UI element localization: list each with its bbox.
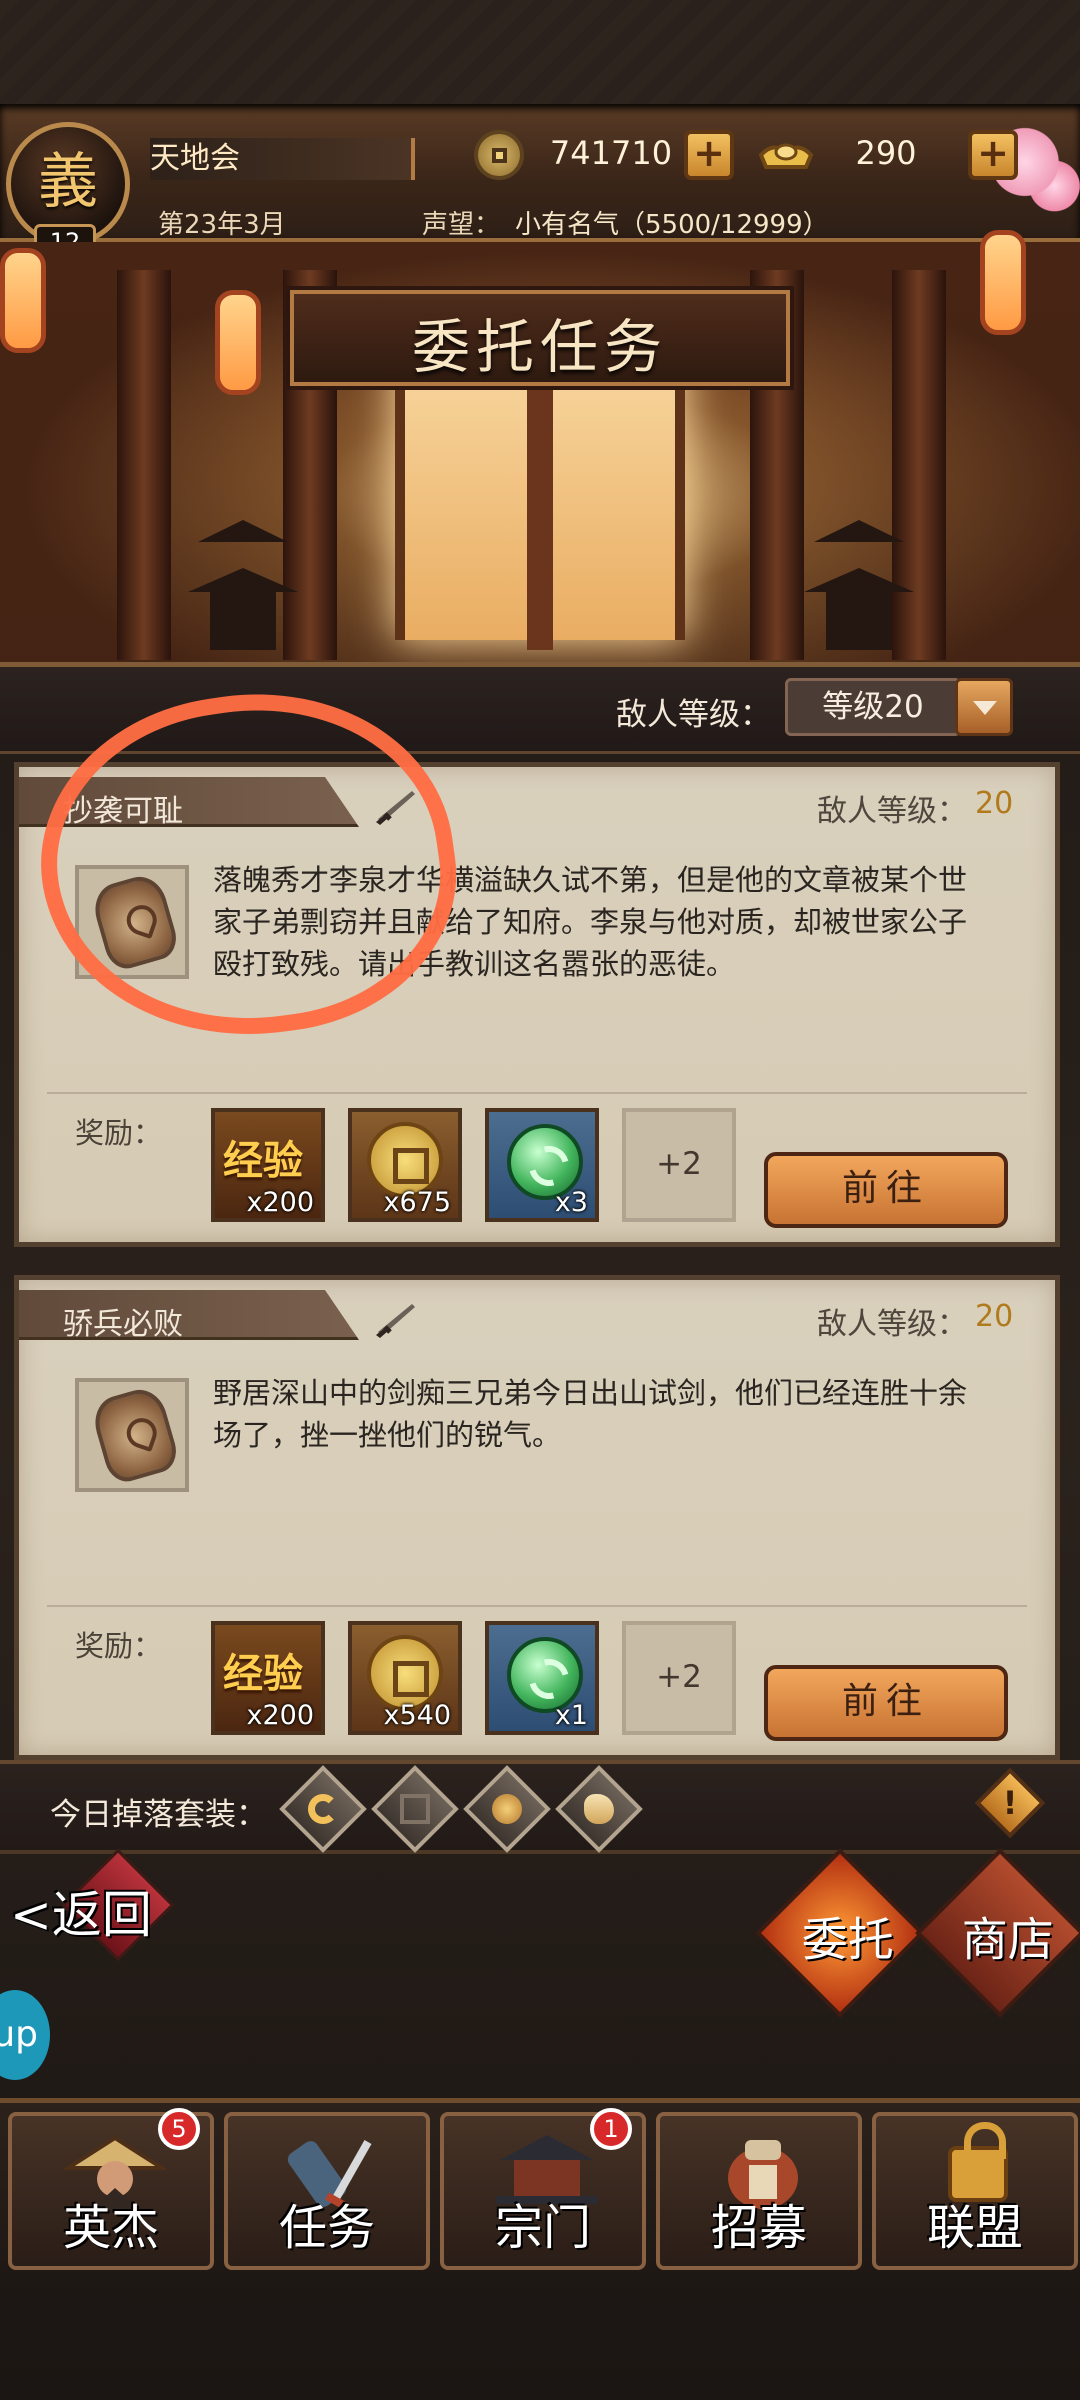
- experience-reward[interactable]: 经验 x200: [211, 1108, 325, 1222]
- coin-balance: 741710: [549, 134, 673, 172]
- task-enemy-level-value: 20: [975, 786, 1014, 821]
- jade-reward-amount: x1: [554, 1700, 588, 1731]
- commission-button[interactable]: 委托: [755, 1848, 925, 2018]
- more-rewards-button[interactable]: +2: [622, 1108, 736, 1222]
- nav-heroes-label: 英杰: [62, 2200, 159, 2256]
- nav-recruit-label: 招募: [710, 2200, 807, 2256]
- sword-icon: [376, 1304, 415, 1338]
- top-decorative-strip: [0, 0, 1080, 104]
- task-token-icon: [88, 1383, 182, 1487]
- task-card: 抄袭可耻 敌人等级： 20 落魄秀才李泉才华横溢缺久试不第，但是他的文章被某个世…: [14, 762, 1060, 1247]
- nav-tasks-label: 任务: [278, 2200, 375, 2256]
- task-card: 骄兵必败 敌人等级： 20 野居深山中的剑痴三兄弟今日出山试剑，他们已经连胜十余…: [14, 1275, 1060, 1760]
- emblem-glyph: 義: [38, 146, 98, 217]
- shop-button-label: 商店: [961, 1912, 1054, 1967]
- nav-recruit[interactable]: 招募: [656, 2112, 862, 2270]
- reward-label: 奖励：: [75, 1629, 163, 1663]
- left-pillar: [117, 270, 171, 660]
- more-rewards-button[interactable]: +2: [622, 1621, 736, 1735]
- page-title: 委托任务: [411, 313, 668, 381]
- enemy-level-select[interactable]: 等级20: [785, 678, 961, 736]
- add-ingots-button[interactable]: +: [968, 130, 1018, 180]
- reputation-label: 声望：: [422, 210, 501, 240]
- back-button[interactable]: <返回: [10, 1875, 152, 1947]
- left-pagoda-silhouette: [188, 480, 298, 650]
- sect-notification-badge: 1: [590, 2108, 632, 2150]
- guild-name[interactable]: 天地会: [150, 138, 415, 180]
- right-lantern: [980, 230, 1026, 335]
- nav-alliance[interactable]: 联盟: [872, 2112, 1078, 2270]
- nav-heroes[interactable]: 5 英杰: [8, 2108, 214, 2270]
- shop-button[interactable]: 商店: [915, 1848, 1080, 2018]
- left-lantern: [0, 248, 46, 353]
- coin-reward-amount: x540: [383, 1700, 451, 1731]
- experience-reward-amount: x200: [246, 1187, 314, 1218]
- task-token-frame: [75, 865, 189, 979]
- chevron-down-icon[interactable]: [955, 678, 1013, 736]
- jade-reward-amount: x3: [554, 1187, 588, 1218]
- add-coins-button[interactable]: +: [684, 130, 734, 180]
- card-divider: [47, 1605, 1027, 1607]
- task-title: 抄袭可耻: [63, 794, 183, 829]
- card-divider: [47, 1092, 1027, 1094]
- heroes-notification-badge: 5: [158, 2108, 200, 2150]
- task-description: 落魄秀才李泉才华横溢缺久试不第，但是他的文章被某个世家子弟剽窃并且献给了知府。李…: [213, 863, 968, 981]
- reputation-value: 小有名气（5500/12999）: [515, 210, 829, 240]
- go-button[interactable]: 前往: [764, 1665, 1008, 1741]
- task-enemy-level-value: 20: [975, 1299, 1014, 1334]
- gold-ingot-icon: [758, 143, 814, 169]
- floating-side-tab[interactable]: up: [0, 1990, 50, 2080]
- nav-tasks[interactable]: 任务: [224, 2112, 430, 2270]
- go-button[interactable]: 前往: [764, 1152, 1008, 1228]
- coin-reward[interactable]: x675: [348, 1108, 462, 1222]
- experience-icon-text: 经验: [223, 1137, 303, 1184]
- nav-sect[interactable]: 1 宗门: [440, 2108, 646, 2270]
- ingot-balance: 290: [855, 134, 917, 172]
- experience-icon-text: 经验: [223, 1650, 303, 1697]
- coin-reward[interactable]: x540: [348, 1621, 462, 1735]
- sword-icon: [376, 791, 415, 825]
- game-date: 第23年3月: [158, 210, 286, 240]
- experience-reward-amount: x200: [246, 1700, 314, 1731]
- daily-drop-label: 今日掉落套装：: [50, 1797, 267, 1833]
- task-enemy-level-label: 敌人等级：: [817, 794, 967, 829]
- commission-button-label: 委托: [801, 1912, 894, 1967]
- enemy-level-filter-label: 敌人等级：: [616, 697, 771, 733]
- task-token-frame: [75, 1378, 189, 1492]
- jade-reward[interactable]: x1: [485, 1621, 599, 1735]
- reward-label: 奖励：: [75, 1116, 163, 1150]
- nav-sect-label: 宗门: [494, 2200, 591, 2256]
- small-left-lantern: [215, 290, 261, 395]
- coin-reward-amount: x675: [383, 1187, 451, 1218]
- nav-alliance-label: 联盟: [926, 2200, 1023, 2256]
- task-enemy-level-label: 敌人等级：: [817, 1307, 967, 1342]
- experience-reward[interactable]: 经验 x200: [211, 1621, 325, 1735]
- task-title: 骄兵必败: [63, 1307, 183, 1342]
- right-pagoda-silhouette: [804, 480, 914, 650]
- task-token-icon: [88, 870, 182, 974]
- copper-coin-icon: [474, 130, 524, 180]
- jade-reward[interactable]: x3: [485, 1108, 599, 1222]
- task-description: 野居深山中的剑痴三兄弟今日出山试剑，他们已经连胜十余场了，挫一挫他们的锐气。: [213, 1376, 968, 1452]
